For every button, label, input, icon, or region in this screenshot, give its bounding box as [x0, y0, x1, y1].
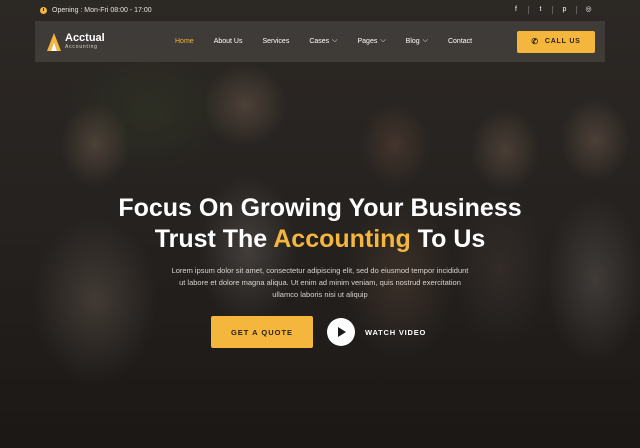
logo-tagline: Accounting	[65, 44, 98, 50]
opening-hours-text: Opening : Mon-Fri 08:00 - 17:00	[52, 6, 152, 14]
nav-item-label: Blog	[405, 38, 420, 45]
nav-item-services[interactable]: Services	[252, 38, 299, 45]
nav-item-label: Cases	[309, 38, 330, 45]
top-bar: Opening : Mon-Fri 08:00 - 17:00 f t p ◎	[0, 0, 640, 20]
play-video-button[interactable]	[327, 318, 355, 346]
instagram-icon[interactable]: ◎	[576, 6, 600, 14]
nav-item-about-us[interactable]: About Us	[204, 38, 253, 45]
watch-video-link[interactable]: WATCH VIDEO	[365, 328, 426, 337]
nav-item-blog[interactable]: Blog ⌵	[396, 36, 438, 46]
nav-item-label: Contact	[447, 38, 473, 45]
call-us-button[interactable]: ✆ CALL US	[517, 30, 595, 53]
phone-icon: ✆	[531, 37, 539, 46]
hero-title-line-2: Trust The Accounting To Us	[0, 224, 640, 255]
logo-name: Acctual	[65, 32, 105, 44]
social-links: f t p ◎	[504, 6, 600, 14]
hero-actions: GET A QUOTE WATCH VIDEO	[211, 316, 426, 348]
opening-hours: Opening : Mon-Fri 08:00 - 17:00	[40, 6, 152, 14]
nav-item-label: About Us	[213, 38, 243, 45]
nav-menu: Home About Us Services Cases ⌵ Pages ⌵ Blo…	[165, 36, 517, 46]
call-us-label: CALL US	[544, 38, 581, 45]
clock-icon	[40, 6, 47, 14]
hero-title-accent: Accounting	[273, 225, 411, 253]
get-a-quote-button[interactable]: GET A QUOTE	[211, 316, 313, 348]
facebook-icon[interactable]: f	[504, 6, 528, 14]
nav-item-label: Services	[262, 38, 290, 45]
logo-text: Acctual Accounting	[65, 33, 105, 50]
nav-item-label: Pages	[357, 38, 378, 45]
hero-title: Focus On Growing Your Business Trust The…	[0, 193, 640, 255]
logo-mark-icon	[47, 32, 61, 51]
hero-title-pre: Trust The	[154, 225, 274, 253]
site-logo[interactable]: Acctual Accounting	[47, 32, 157, 51]
pinterest-icon[interactable]: p	[552, 6, 576, 14]
chevron-down-icon: ⌵	[422, 36, 428, 44]
hero-title-post: To Us	[410, 225, 486, 253]
main-navbar: Acctual Accounting Home About Us Service…	[35, 21, 605, 62]
chevron-down-icon: ⌵	[332, 36, 338, 44]
twitter-icon[interactable]: t	[528, 6, 552, 14]
nav-item-cases[interactable]: Cases ⌵	[299, 36, 347, 46]
nav-item-home[interactable]: Home	[165, 38, 204, 45]
chevron-down-icon: ⌵	[380, 36, 386, 44]
hero-title-line-1: Focus On Growing Your Business	[118, 194, 522, 222]
nav-item-pages[interactable]: Pages ⌵	[347, 36, 395, 46]
nav-item-contact[interactable]: Contact	[438, 38, 482, 45]
play-icon	[338, 327, 346, 337]
hero-description: Lorem ipsum dolor sit amet, consectetur …	[171, 266, 469, 299]
nav-item-label: Home	[175, 38, 194, 45]
